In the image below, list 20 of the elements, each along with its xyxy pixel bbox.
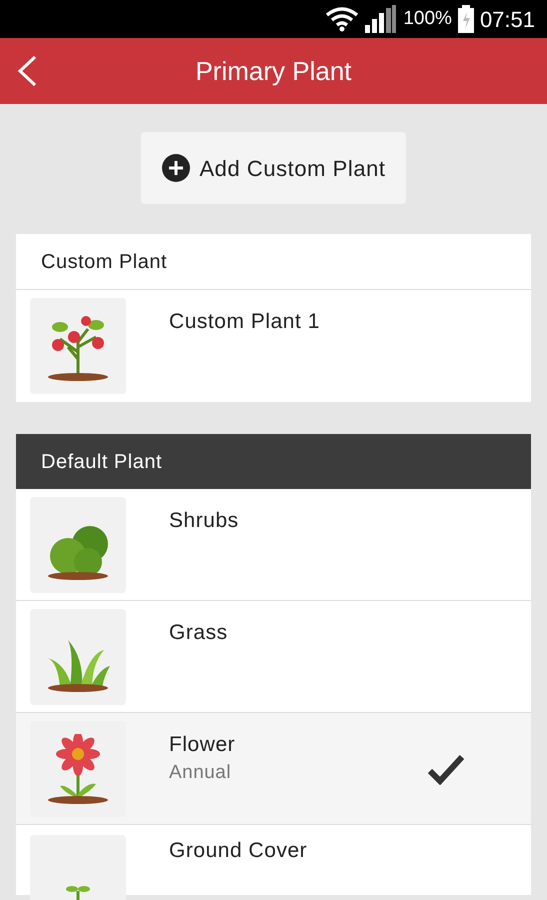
battery-icon: [458, 5, 474, 33]
clock-time: 07:51: [480, 6, 535, 34]
plant-name: Ground Cover: [169, 838, 308, 864]
back-icon: [17, 55, 37, 87]
checkmark-icon: [427, 752, 465, 784]
plus-circle-icon: [161, 153, 192, 183]
plant-name: Flower: [169, 732, 236, 758]
section-header: Default Plant: [41, 450, 162, 474]
wifi-icon: [325, 6, 360, 32]
battery-percent: 100%: [403, 6, 452, 31]
sprout-icon: [66, 885, 90, 900]
screen-title: Primary Plant: [195, 54, 352, 88]
add-custom-plant-button[interactable]: Add Custom Plant: [141, 132, 406, 204]
plant-name: Custom Plant 1: [169, 309, 320, 335]
plant-name: Shrubs: [169, 508, 239, 534]
plant-name: Grass: [169, 620, 228, 646]
plant-row[interactable]: Flower Annual: [16, 713, 531, 825]
signal-icon: [365, 5, 398, 33]
section-header: Custom Plant: [41, 250, 168, 274]
plant-subtitle: Annual: [169, 761, 232, 785]
